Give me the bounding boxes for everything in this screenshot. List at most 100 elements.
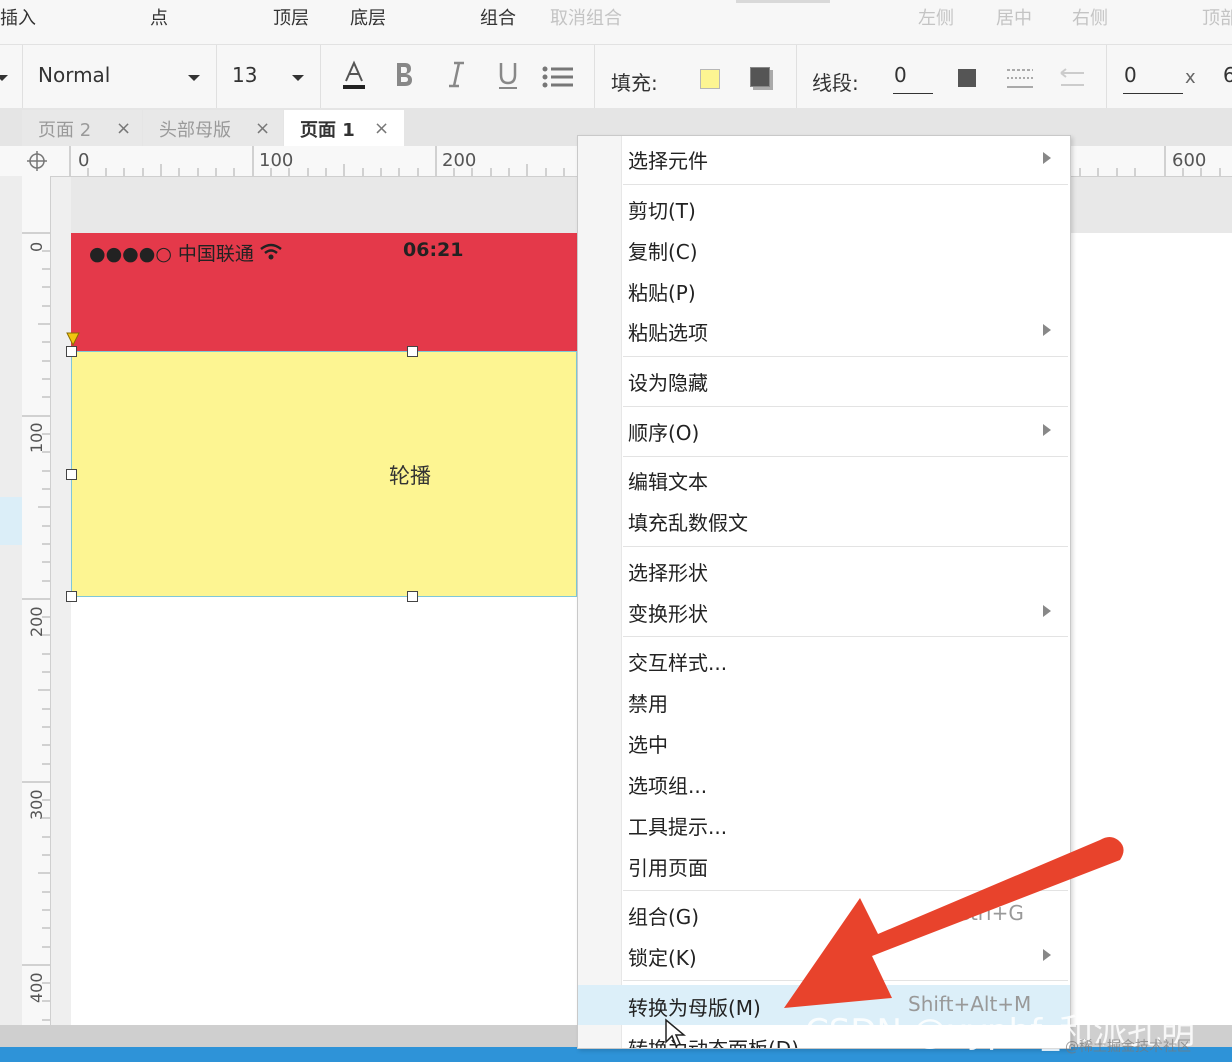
align-center-button[interactable]: 居中 [996, 4, 1032, 30]
width-input[interactable]: 6 [1223, 63, 1232, 87]
menu-item-edit-text[interactable]: 编辑文本 [578, 459, 1070, 499]
menu-item-selected[interactable]: 选中 [578, 722, 1070, 762]
ruler-label: 600 [1172, 150, 1207, 171]
bold-icon[interactable] [392, 59, 416, 89]
ruler-label: 400 [27, 972, 46, 1003]
menu-item-select-shape[interactable]: 选择形状 [578, 550, 1070, 590]
menu-separator [623, 636, 1068, 637]
top-toolbar: 插入 点 顶层 底层 组合 取消组合 左侧 居中 右侧 顶部 [0, 0, 1232, 44]
menu-item-label: 变换形状 [628, 602, 708, 626]
tab-header-master[interactable]: 头部母版 × [143, 110, 283, 146]
underline-icon[interactable] [496, 59, 520, 91]
fill-label: 填充: [611, 71, 658, 95]
submenu-arrow-icon [1043, 152, 1051, 164]
resize-handle[interactable] [407, 591, 418, 602]
menu-item-select-widget[interactable]: 选择元件 [578, 138, 1070, 178]
menu-item-paste[interactable]: 粘贴(P) [578, 270, 1070, 310]
submenu-arrow-icon [1043, 605, 1051, 617]
line-style-icon[interactable] [1006, 67, 1034, 91]
tab-page-2[interactable]: 页面 2 × [22, 110, 142, 146]
shadow-swatch[interactable] [750, 67, 770, 87]
arrow-style-icon[interactable] [1058, 67, 1086, 91]
menu-item-order[interactable]: 顺序(O) [578, 410, 1070, 450]
tab-label: 页面 1 [300, 120, 355, 141]
menu-item-label: 锁定(K) [628, 946, 697, 970]
resize-handle[interactable] [66, 469, 77, 480]
send-to-bottom-button[interactable]: 底层 [350, 4, 386, 30]
close-icon[interactable]: × [255, 118, 270, 139]
menu-item-label: 交互样式... [628, 651, 728, 675]
close-icon[interactable]: × [374, 118, 389, 139]
anchor-marker-icon[interactable] [66, 331, 80, 347]
ungroup-button[interactable]: 取消组合 [550, 4, 622, 30]
toolbar-divider-bar [736, 0, 830, 3]
clock-label: 06:21 [403, 239, 464, 261]
line-label: 线段: [812, 71, 859, 95]
menu-item-label: 复制(C) [628, 240, 698, 264]
wifi-icon [259, 243, 283, 261]
menu-item-interaction-styles[interactable]: 交互样式... [578, 640, 1070, 680]
left-panel-edge [0, 176, 22, 1046]
chevron-down-icon[interactable] [188, 75, 200, 81]
chevron-down-icon[interactable] [0, 75, 8, 81]
divider [1106, 45, 1107, 109]
font-color-icon[interactable] [340, 59, 368, 91]
menu-item-label: 设为隐藏 [628, 371, 708, 395]
resize-handle[interactable] [66, 591, 77, 602]
fill-color-swatch[interactable] [700, 69, 720, 89]
carousel-label: 轮播 [389, 464, 431, 488]
tab-page-1[interactable]: 页面 1 × [284, 110, 404, 146]
menu-item-label: 粘贴选项 [628, 321, 708, 345]
menu-separator [623, 184, 1068, 185]
point-button[interactable]: 点 [150, 4, 168, 30]
italic-icon[interactable] [444, 59, 468, 89]
resize-handle[interactable] [66, 346, 77, 357]
menu-item-disable[interactable]: 禁用 [578, 681, 1070, 721]
menu-item-label: 剪切(T) [628, 199, 696, 223]
align-right-button[interactable]: 右侧 [1072, 4, 1108, 30]
menu-item-cut[interactable]: 剪切(T) [578, 188, 1070, 228]
input-underline [893, 93, 933, 94]
menu-item-fill-lorem[interactable]: 填充乱数假文 [578, 500, 1070, 540]
x-position-input[interactable]: 0 [1124, 63, 1137, 87]
bring-to-top-button[interactable]: 顶层 [273, 4, 309, 30]
carousel-placeholder-shape[interactable]: 轮播 [71, 351, 577, 597]
menu-item-label: 粘贴(P) [628, 281, 696, 305]
phone-status-bar-shape[interactable]: ●●●●○ 中国联通 06:21 [71, 233, 577, 351]
align-left-button[interactable]: 左侧 [918, 4, 954, 30]
menu-item-copy[interactable]: 复制(C) [578, 229, 1070, 269]
menu-separator [623, 356, 1068, 357]
insert-button[interactable]: 插入 [0, 4, 36, 30]
menu-item-label: 填充乱数假文 [628, 511, 748, 535]
menu-item-label: 引用页面 [628, 856, 708, 880]
divider [594, 45, 595, 109]
menu-item-label: 禁用 [628, 692, 668, 716]
ruler-label: 0 [27, 241, 46, 252]
group-button[interactable]: 组合 [480, 4, 516, 30]
menu-item-set-hidden[interactable]: 设为隐藏 [578, 360, 1070, 400]
style-select[interactable]: Normal [38, 63, 110, 87]
tab-label: 页面 2 [38, 120, 92, 141]
menu-item-option-group[interactable]: 选项组... [578, 763, 1070, 803]
align-top-button[interactable]: 顶部 [1202, 4, 1232, 30]
close-icon[interactable]: × [116, 118, 131, 139]
line-width-input[interactable]: 0 [894, 63, 907, 87]
chevron-down-icon[interactable] [292, 75, 304, 81]
bullet-list-icon[interactable] [541, 65, 575, 89]
divider [216, 45, 217, 109]
menu-separator [623, 456, 1068, 457]
divider [796, 45, 797, 109]
menu-item-label: 选择元件 [628, 149, 708, 173]
menu-item-transform-shape[interactable]: 变换形状 [578, 591, 1070, 631]
x-label: x [1185, 67, 1196, 88]
mouse-cursor-icon [664, 1018, 687, 1048]
divider [22, 45, 23, 109]
font-size-select[interactable]: 13 [232, 63, 257, 87]
line-color-swatch[interactable] [958, 69, 976, 87]
menu-item-paste-options[interactable]: 粘贴选项 [578, 310, 1070, 350]
menu-item-label: 组合(G) [628, 905, 700, 929]
menu-separator [623, 406, 1068, 407]
menu-item-label: 编辑文本 [628, 470, 708, 494]
left-panel-selection [0, 497, 22, 545]
resize-handle[interactable] [407, 346, 418, 357]
